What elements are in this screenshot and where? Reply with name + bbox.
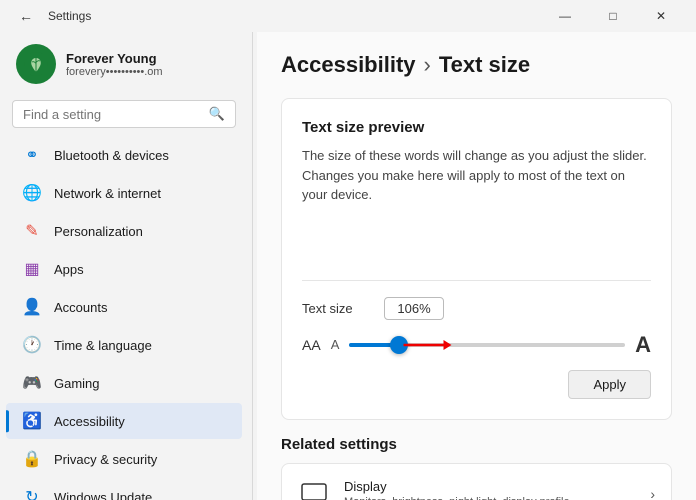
preview-area (302, 221, 651, 281)
accounts-icon: 👤 (22, 297, 42, 317)
card-title: Text size preview (302, 119, 651, 136)
breadcrumb-current: Text size (439, 52, 530, 78)
search-input[interactable] (23, 107, 203, 122)
gaming-icon: 🎮 (22, 373, 42, 393)
nav-personalization[interactable]: ✎ Personalization (6, 213, 242, 249)
search-box: 🔍 (12, 100, 236, 128)
nav-label-network: Network & internet (54, 186, 161, 201)
back-button[interactable]: ← (12, 2, 40, 30)
apps-icon: ▦ (22, 259, 42, 279)
profile-section: Forever Young forevery••••••••••.om (0, 32, 248, 100)
network-icon: 🌐 (22, 183, 42, 203)
nav-label-apps: Apps (54, 262, 84, 277)
text-size-row: Text size 106% (302, 297, 651, 320)
personalization-icon: ✎ (22, 221, 42, 241)
avatar-icon (22, 50, 50, 78)
apply-button[interactable]: Apply (568, 370, 651, 399)
nav-label-privacy: Privacy & security (54, 452, 157, 467)
profile-email: forevery••••••••••.om (66, 66, 163, 78)
related-display-item[interactable]: Display Monitors, brightness, night ligh… (281, 463, 672, 500)
nav-label-time: Time & language (54, 338, 152, 353)
slider-min-label: AA (302, 337, 321, 353)
display-info: Display Monitors, brightness, night ligh… (344, 479, 636, 500)
titlebar-title: Settings (48, 9, 91, 23)
privacy-icon: 🔒 (22, 449, 42, 469)
nav-bluetooth[interactable]: ⚭ Bluetooth & devices (6, 137, 242, 173)
nav-privacy[interactable]: 🔒 Privacy & security (6, 441, 242, 477)
slider-row: AA A A (302, 332, 651, 358)
minimize-button[interactable]: — (542, 0, 588, 32)
slider-max-label: A (635, 332, 651, 358)
breadcrumb-separator: › (424, 52, 431, 78)
nav-apps[interactable]: ▦ Apps (6, 251, 242, 287)
nav-label-personalization: Personalization (54, 224, 143, 239)
text-size-value: 106% (384, 297, 444, 320)
nav-accessibility[interactable]: ♿ Accessibility (6, 403, 242, 439)
avatar (16, 44, 56, 84)
sidebar-divider (252, 32, 253, 500)
slider-small-a: A (331, 337, 340, 352)
text-size-card: Text size preview The size of these word… (281, 98, 672, 420)
nav-label-gaming: Gaming (54, 376, 100, 391)
slider-container[interactable] (349, 333, 625, 357)
breadcrumb: Accessibility › Text size (281, 52, 672, 78)
accessibility-icon: ♿ (22, 411, 42, 431)
nav-label-update: Windows Update (54, 490, 152, 500)
text-size-label: Text size (302, 301, 372, 316)
related-settings-title: Related settings (281, 436, 672, 453)
nav-accounts[interactable]: 👤 Accounts (6, 289, 242, 325)
profile-info: Forever Young forevery••••••••••.om (66, 51, 163, 78)
nav-windows-update[interactable]: ↻ Windows Update (6, 479, 242, 500)
breadcrumb-parent[interactable]: Accessibility (281, 52, 416, 78)
close-button[interactable]: ✕ (638, 0, 684, 32)
main-layout: Forever Young forevery••••••••••.om 🔍 ⚭ … (0, 32, 696, 500)
nav-network[interactable]: 🌐 Network & internet (6, 175, 242, 211)
nav-label-accessibility: Accessibility (54, 414, 125, 429)
card-description: The size of these words will change as y… (302, 146, 651, 205)
search-icon: 🔍 (209, 106, 225, 122)
apply-row: Apply (302, 370, 651, 399)
maximize-button[interactable]: □ (590, 0, 636, 32)
nav-label-bluetooth: Bluetooth & devices (54, 148, 169, 163)
profile-name: Forever Young (66, 51, 163, 66)
related-settings-section: Related settings Display Monitors, brigh… (281, 436, 672, 500)
nav-time[interactable]: 🕐 Time & language (6, 327, 242, 363)
sidebar: Forever Young forevery••••••••••.om 🔍 ⚭ … (0, 32, 248, 500)
titlebar: ← Settings — □ ✕ (0, 0, 696, 32)
update-icon: ↻ (22, 487, 42, 500)
display-chevron-icon: › (650, 486, 655, 500)
nav-label-accounts: Accounts (54, 300, 107, 315)
bluetooth-icon: ⚭ (22, 145, 42, 165)
slider-thumb[interactable] (390, 336, 408, 354)
titlebar-left: ← Settings (12, 2, 91, 30)
nav-gaming[interactable]: 🎮 Gaming (6, 365, 242, 401)
display-description: Monitors, brightness, night light, displ… (344, 496, 636, 500)
titlebar-controls: — □ ✕ (542, 0, 684, 32)
display-name: Display (344, 479, 636, 494)
time-icon: 🕐 (22, 335, 42, 355)
content-area: Accessibility › Text size Text size prev… (257, 32, 696, 500)
display-icon (298, 478, 330, 500)
